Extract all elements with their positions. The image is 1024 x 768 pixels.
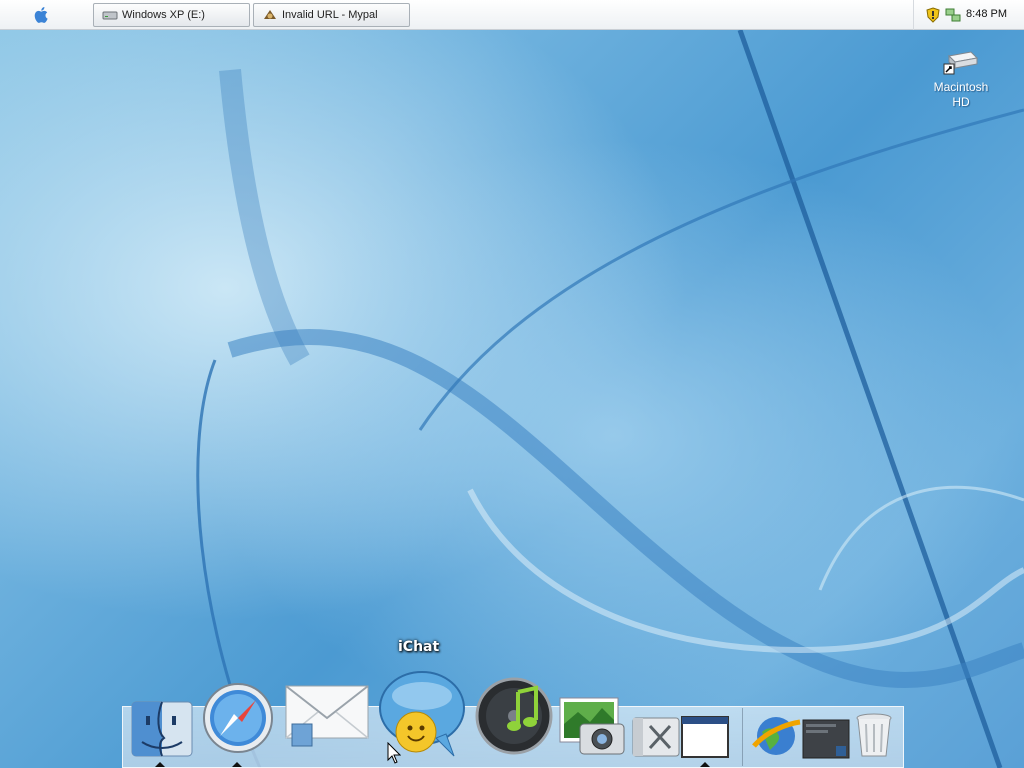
system-tray: 8:48 PM: [913, 0, 1024, 30]
mouse-cursor-icon: [387, 742, 401, 764]
safari-icon[interactable]: [202, 682, 274, 754]
network-icon[interactable]: [945, 7, 961, 23]
running-indicator: [232, 762, 242, 767]
drive-icon: [102, 11, 118, 20]
trash-icon[interactable]: [854, 712, 894, 760]
taskbar-button-label: Invalid URL - Mypal: [282, 9, 378, 21]
dock-separator: [742, 708, 743, 766]
security-shield-icon[interactable]: [926, 7, 940, 23]
mypal-browser-icon: [264, 10, 276, 19]
finder-icon[interactable]: [130, 698, 194, 760]
desktop-icon-macintosh-hd[interactable]: Macintosh HD: [925, 48, 997, 110]
desktop-wallpaper: [0, 30, 1024, 768]
desktop-icon[interactable]: [802, 718, 850, 760]
apple-logo-icon[interactable]: [32, 5, 52, 25]
dock-tooltip: iChat: [398, 639, 440, 655]
running-indicator: [700, 762, 710, 767]
taskbar-button-windows-xp[interactable]: Windows XP (E:): [93, 3, 250, 27]
system-preferences-icon[interactable]: [632, 716, 680, 758]
taskbar-button-mypal[interactable]: Invalid URL - Mypal: [253, 3, 410, 27]
hard-drive-icon: [943, 51, 979, 75]
mail-icon[interactable]: [284, 684, 370, 750]
taskbar-button-label: Windows XP (E:): [122, 9, 205, 21]
running-indicator: [155, 762, 165, 767]
iphoto-icon[interactable]: [558, 694, 630, 758]
window-icon[interactable]: [681, 716, 729, 758]
desktop-icon-label: Macintosh HD: [925, 80, 997, 110]
desktop-icon-label-line1: Macintosh: [933, 80, 989, 94]
itunes-icon[interactable]: [474, 676, 554, 756]
internet-globe-icon[interactable]: [752, 712, 802, 758]
desktop-icon-label-line2: HD: [952, 95, 970, 109]
top-menubar: Windows XP (E:) Invalid URL - Mypal 8:48…: [0, 0, 1024, 30]
clock[interactable]: 8:48 PM: [966, 8, 1007, 20]
